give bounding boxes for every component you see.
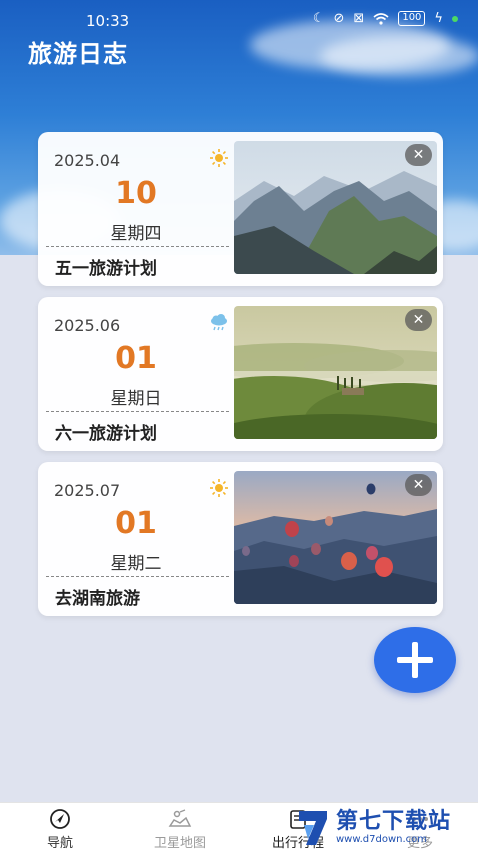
journal-card[interactable]: 2025.04 10 星期四 五一旅游计划 ✕: [38, 132, 443, 286]
nav-item-navigation[interactable]: 导航: [20, 808, 100, 850]
card-weekday: 星期二: [110, 554, 162, 574]
card-date: 2025.06: [54, 316, 121, 335]
journal-card[interactable]: 2025.07 01 星期二 去湖南旅游 ✕: [38, 462, 443, 616]
status-icons: ☾ ⊘ ⊠ 100 ϟ: [313, 11, 458, 26]
card-divider: [46, 411, 229, 412]
nav-item-satellite-map[interactable]: 卫星地图: [140, 808, 220, 850]
delete-card-button[interactable]: ✕: [405, 144, 432, 166]
wifi-icon: [373, 12, 389, 25]
card-plan-title: 去湖南旅游: [55, 589, 140, 609]
sun-icon: [210, 149, 228, 167]
sim-off-icon: ⊠: [353, 11, 365, 26]
close-icon: ✕: [412, 312, 425, 328]
card-weekday: 星期四: [110, 224, 162, 244]
add-plan-button[interactable]: [374, 627, 456, 693]
card-plan-title: 六一旅游计划: [55, 424, 157, 444]
sun-icon: [210, 479, 228, 497]
card-day: 10: [115, 176, 157, 211]
watermark-url: www.d7down.com: [336, 834, 428, 845]
journal-card[interactable]: 2025.06 01 星期日 六一旅游计划 ✕: [38, 297, 443, 451]
card-info: 2025.06 01 星期日 六一旅游计划: [38, 297, 234, 451]
charging-icon: ϟ: [434, 11, 443, 26]
satellite-map-icon: [168, 809, 192, 827]
plus-icon: [397, 642, 433, 678]
card-weekday: 星期日: [110, 389, 162, 409]
watermark-name: 第七下载站: [336, 809, 452, 834]
indicator-dot-icon: [452, 15, 458, 22]
delete-card-button[interactable]: ✕: [405, 474, 432, 496]
card-day: 01: [115, 341, 157, 376]
vibrate-off-icon: ⊘: [333, 11, 345, 26]
delete-card-button[interactable]: ✕: [405, 309, 432, 331]
card-divider: [46, 576, 229, 577]
moon-icon: ☾: [312, 11, 325, 26]
compass-icon: [50, 809, 70, 829]
card-plan-title: 五一旅游计划: [55, 259, 157, 279]
card-divider: [46, 246, 229, 247]
watermark: 第七下载站 www.d7down.com: [296, 806, 478, 850]
nav-label: 导航: [46, 836, 73, 850]
close-icon: ✕: [412, 147, 425, 163]
battery-icon: 100: [398, 11, 426, 26]
close-icon: ✕: [412, 477, 425, 493]
page-title: 旅游日志: [28, 40, 128, 68]
card-info: 2025.07 01 星期二 去湖南旅游: [38, 462, 234, 616]
rain-cloud-icon: [211, 314, 227, 331]
nav-label: 卫星地图: [153, 836, 206, 850]
card-info: 2025.04 10 星期四 五一旅游计划: [38, 132, 234, 286]
card-day: 01: [115, 506, 157, 541]
status-time: 10:33: [86, 12, 130, 30]
watermark-logo-icon: [299, 811, 327, 845]
card-date: 2025.07: [54, 481, 121, 500]
card-date: 2025.04: [54, 151, 121, 170]
